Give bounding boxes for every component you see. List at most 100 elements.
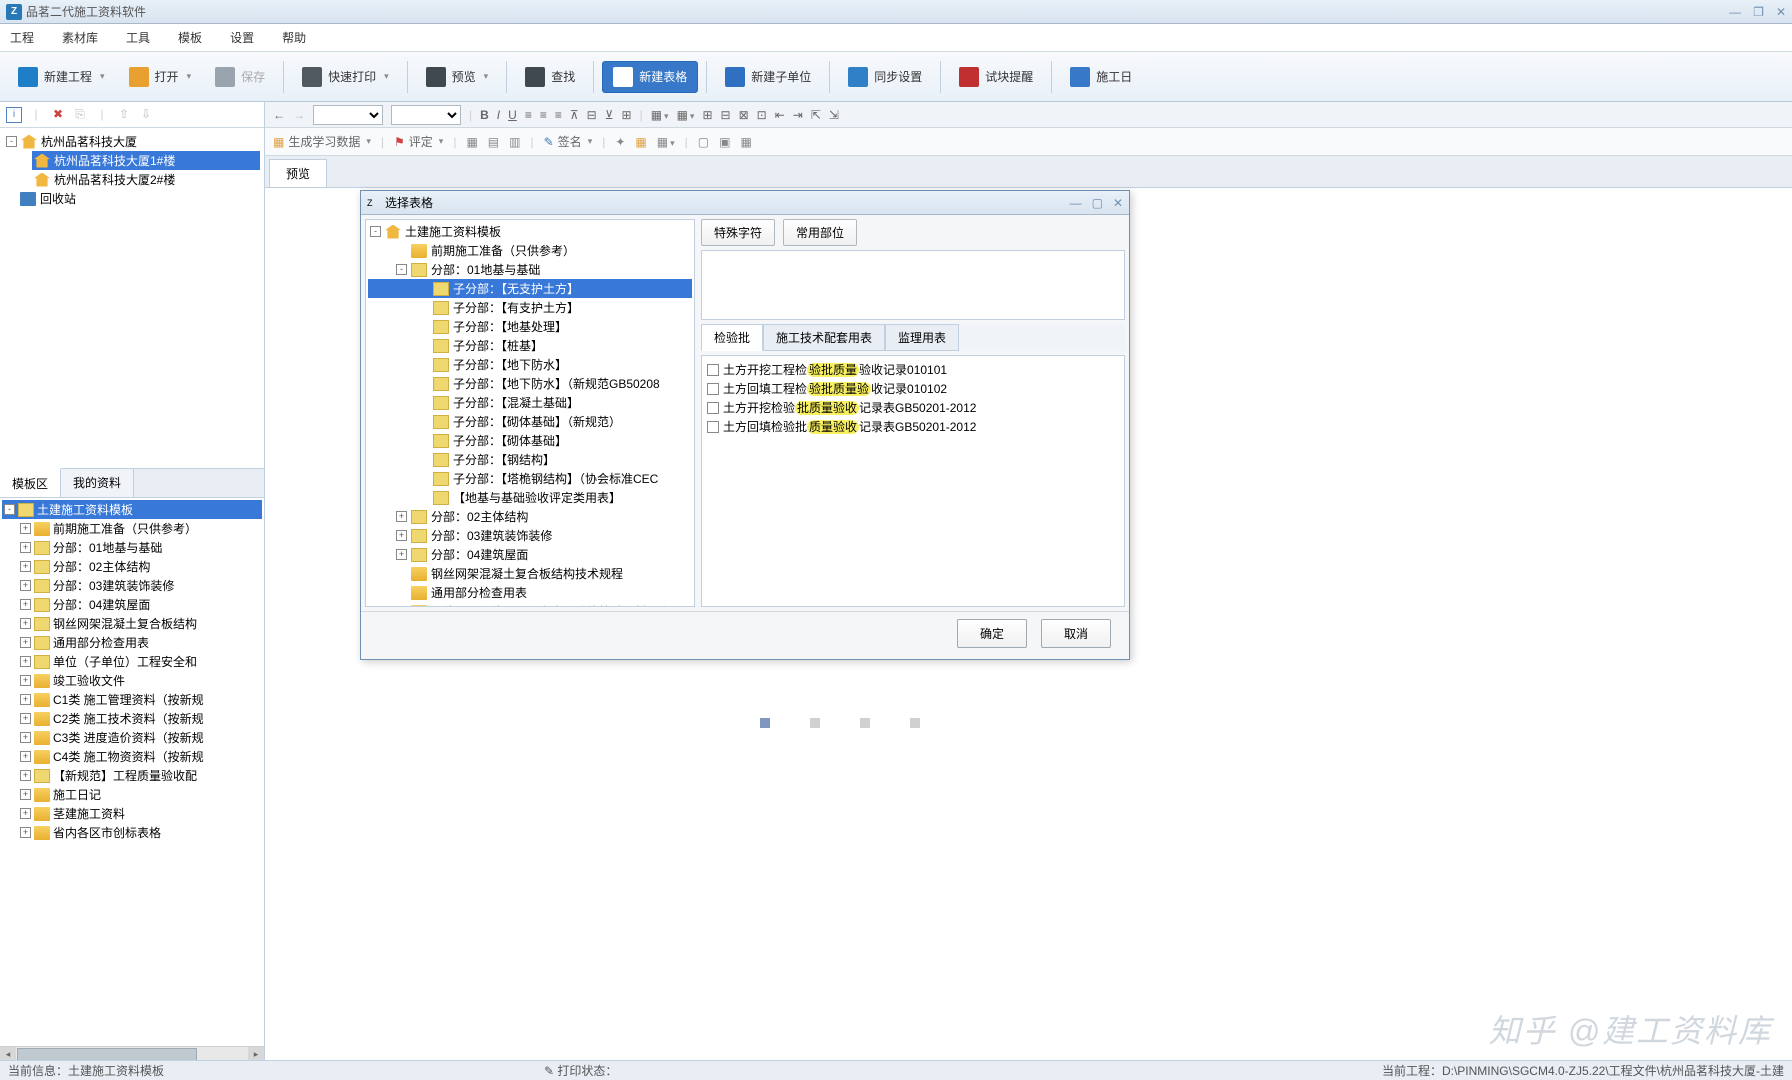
new-subunit-button[interactable]: 新建子单位 [715,62,821,92]
dot-icon[interactable] [810,718,820,728]
checkbox[interactable] [707,421,719,433]
tree-node[interactable]: 通用部分检查用表 [368,583,692,602]
align-middle-icon[interactable]: ⊟ [587,108,597,122]
expand-icon[interactable]: + [396,511,407,522]
open-button[interactable]: 打开▾ [119,62,202,92]
tab-2[interactable]: 监理用表 [885,324,959,351]
tree-node[interactable]: 子分部：【砌体基础】 [368,431,692,450]
expand-icon[interactable]: + [20,523,31,534]
expand-icon[interactable]: + [20,599,31,610]
expand-icon[interactable]: - [4,504,15,515]
expand-icon[interactable]: + [20,827,31,838]
ok-button[interactable]: 确定 [957,619,1027,648]
tab-0[interactable]: 检验批 [701,324,763,351]
find-button[interactable]: 查找 [515,62,585,92]
cancel-button[interactable]: 取消 [1041,619,1111,648]
back-icon[interactable]: ← [273,108,285,122]
list-item[interactable]: +分部：02主体结构 [2,557,262,576]
tree-node[interactable]: +分部：03建筑装饰装修 [368,526,692,545]
list-item[interactable]: +【新规范】工程质量验收配 [2,766,262,785]
preview-button[interactable]: 预览▾ [416,62,499,92]
menu-设置[interactable]: 设置 [230,29,254,46]
tab-preview[interactable]: 预览 [269,159,327,187]
tool-icon[interactable]: ✦ [615,135,625,149]
tree-node[interactable]: 子分部：【桩基】 [368,336,692,355]
tree-node[interactable]: 子分部：【混凝土基础】 [368,393,692,412]
list-item[interactable]: +前期施工准备（只供参考） [2,519,262,538]
dot-icon[interactable] [760,718,770,728]
list-item[interactable]: +分部：03建筑装饰装修 [2,576,262,595]
bold-icon[interactable]: B [480,108,489,122]
list-item[interactable]: 土方开挖检验批质量验收记录表GB50201-2012 [706,398,1120,417]
dialog-textarea[interactable] [701,250,1125,320]
rate-button[interactable]: ⚑评定▾ [394,133,443,150]
info-icon[interactable]: i [6,107,22,123]
menu-工程[interactable]: 工程 [10,29,34,46]
dot-icon[interactable] [910,718,920,728]
tool-icon[interactable]: ▥ [509,135,520,149]
expand-icon[interactable]: + [396,530,407,541]
tree-node[interactable]: 子分部：【地基处理】 [368,317,692,336]
tool-icon[interactable]: ▦ [635,135,646,149]
align-bottom-icon[interactable]: ⊻ [605,108,614,122]
list-item[interactable]: +分部：01地基与基础 [2,538,262,557]
tab-mydata[interactable]: 我的资料 [61,469,134,497]
fill-icon[interactable]: ▦▾ [677,108,695,122]
expand-icon[interactable]: + [20,732,31,743]
copy-icon[interactable]: ⎘ [72,107,88,123]
list-item[interactable]: +省内各区市创标表格 [2,823,262,842]
dialog-item-list[interactable]: 土方开挖工程检验批质量验收记录010101土方回填工程检验批质量验收记录0101… [701,355,1125,607]
tool-icon[interactable]: ▦ [740,135,751,149]
indent-right-icon[interactable]: ⇥ [793,108,803,122]
list-item[interactable]: +通用部分检查用表 [2,633,262,652]
expand-icon[interactable]: + [20,694,31,705]
maximize-icon[interactable]: ▢ [1092,196,1103,210]
menu-工具[interactable]: 工具 [126,29,150,46]
list-item[interactable]: +钢丝网架混凝土复合板结构 [2,614,262,633]
close-icon[interactable]: ✕ [1113,196,1123,210]
tree-node[interactable]: 【地基与基础验收评定类用表】 [368,488,692,507]
merge-icon[interactable]: ⊞ [622,108,632,122]
expand-icon[interactable]: + [20,561,31,572]
expand-icon[interactable]: + [20,751,31,762]
generate-button[interactable]: ▦生成学习数据▾ [273,133,371,150]
border-icon[interactable]: ▦▾ [651,108,669,122]
list-item[interactable]: +分部：04建筑屋面 [2,595,262,614]
tool-icon[interactable]: ▤ [488,135,499,149]
tree-node[interactable]: 单位（子单位）工程安全和功能检验资料及主 [368,602,692,607]
block-remind-button[interactable]: 试块提醒 [949,62,1043,92]
expand-icon[interactable]: + [20,713,31,724]
font-combo[interactable] [313,105,383,125]
checkbox[interactable] [707,383,719,395]
italic-icon[interactable]: I [497,108,500,122]
align-right-icon[interactable]: ≡ [555,108,562,122]
tool-icon[interactable]: ▦ [466,135,477,149]
common-parts-button[interactable]: 常用部位 [783,219,857,246]
tree-node[interactable]: 子分部：【无支护土方】 [368,279,692,298]
checkbox[interactable] [707,402,719,414]
list-item[interactable]: 土方回填检验批质量验收记录表GB50201-2012 [706,417,1120,436]
expand-icon[interactable]: + [20,580,31,591]
grid2-icon[interactable]: ⊟ [721,108,731,122]
indent-left-icon[interactable]: ⇤ [775,108,785,122]
align-center-icon[interactable]: ≡ [540,108,547,122]
grid4-icon[interactable]: ⊡ [757,108,767,122]
list-item[interactable]: +C3类 进度造价资料（按新规 [2,728,262,747]
tree-node[interactable]: 杭州品茗科技大厦1#楼 [54,152,175,169]
outdent-icon[interactable]: ⇱ [811,108,821,122]
up-icon[interactable]: ⇧ [116,107,132,123]
checkbox[interactable] [707,364,719,376]
expand-icon[interactable]: + [20,789,31,800]
new-table-button[interactable]: 新建表格 [602,61,698,93]
dot-icon[interactable] [860,718,870,728]
close-icon[interactable]: ✕ [1776,5,1786,19]
tree-node[interactable]: -分部：01地基与基础 [368,260,692,279]
tree-node[interactable]: +分部：02主体结构 [368,507,692,526]
tool-icon[interactable]: ▢ [698,135,709,149]
align-left-icon[interactable]: ≡ [525,108,532,122]
dialog-tree[interactable]: -土建施工资料模板前期施工准备（只供参考）-分部：01地基与基础子分部：【无支护… [365,219,695,607]
tree-node[interactable]: 前期施工准备（只供参考） [368,241,692,260]
tree-node[interactable]: 子分部：【有支护土方】 [368,298,692,317]
print-button[interactable]: 快速打印▾ [292,62,399,92]
expand-icon[interactable]: + [20,656,31,667]
